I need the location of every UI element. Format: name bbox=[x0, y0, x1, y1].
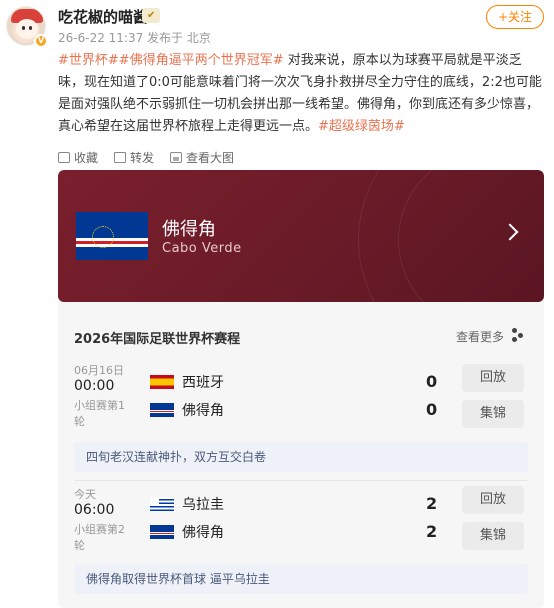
home-score: 2 bbox=[426, 494, 438, 513]
divider bbox=[74, 480, 528, 481]
view-image-label: 查看大图 bbox=[186, 150, 235, 165]
collect-button[interactable]: 收藏 bbox=[58, 148, 98, 166]
home-team-name: 西班牙 bbox=[182, 375, 224, 391]
match-round: 小组赛第1轮 bbox=[74, 399, 125, 428]
match-note[interactable]: 佛得角取得世界杯首球 逼平乌拉圭 bbox=[74, 564, 528, 594]
bookmark-icon bbox=[58, 151, 70, 163]
team-name-cn: 佛得角 bbox=[162, 219, 216, 240]
post-actions: 收藏 转发 查看大图 bbox=[58, 148, 250, 166]
match-date: 今天 bbox=[74, 488, 96, 501]
cabo-verde-flag-icon bbox=[150, 403, 174, 417]
hashtag-link[interactable]: #超级绿茵场# bbox=[318, 119, 405, 134]
away-team-name: 佛得角 bbox=[182, 525, 224, 541]
cabo-verde-flag-icon bbox=[76, 212, 148, 260]
home-team: 乌拉圭 bbox=[150, 493, 420, 515]
replay-button[interactable]: 回放 bbox=[462, 486, 524, 514]
away-team: 佛得角 bbox=[150, 399, 420, 421]
view-more-link[interactable]: 查看更多 bbox=[456, 328, 504, 345]
away-score: 0 bbox=[426, 400, 438, 419]
share-icon bbox=[114, 151, 127, 163]
uruguay-flag-icon bbox=[150, 497, 174, 511]
post-meta: 26-6-22 11:37 发布于 北京 bbox=[58, 31, 211, 45]
image-icon bbox=[170, 151, 183, 163]
post-header: V 吃花椒的喵酱 ✔ 26-6-22 11:37 发布于 北京 +关注 bbox=[0, 0, 554, 52]
match-date: 06月16日 bbox=[74, 364, 124, 377]
highlights-button[interactable]: 集锦 bbox=[462, 400, 524, 428]
more-dots-icon[interactable] bbox=[512, 328, 524, 342]
team-name-en: Cabo Verde bbox=[162, 241, 242, 256]
share-button[interactable]: 转发 bbox=[114, 148, 154, 166]
match-round: 小组赛第2轮 bbox=[74, 523, 125, 552]
match-item: 今天 06:00 小组赛第2轮 乌拉圭 2 佛得角 2 回放 集锦 bbox=[74, 486, 528, 560]
team-banner[interactable]: 佛得角 Cabo Verde bbox=[58, 170, 544, 370]
home-team-name: 乌拉圭 bbox=[182, 497, 224, 513]
home-score: 0 bbox=[426, 372, 438, 391]
verified-badge-icon: V bbox=[34, 34, 48, 48]
away-score: 2 bbox=[426, 522, 438, 541]
match-time: 06:00 bbox=[74, 502, 115, 518]
level-badge: ✔ bbox=[142, 8, 161, 23]
away-team-name: 佛得角 bbox=[182, 403, 224, 419]
spain-flag-icon bbox=[150, 375, 174, 389]
share-label: 转发 bbox=[130, 150, 155, 165]
username[interactable]: 吃花椒的喵酱 bbox=[58, 6, 148, 27]
post-body: #世界杯##佛得角逼平两个世界冠军# 对我来说，原本以为球赛平局就是平淡乏味，现… bbox=[58, 50, 544, 138]
avatar-eye bbox=[29, 26, 32, 30]
view-image-button[interactable]: 查看大图 bbox=[170, 148, 234, 166]
hashtag-link[interactable]: #世界杯# bbox=[58, 53, 119, 68]
follow-button[interactable]: +关注 bbox=[486, 5, 544, 29]
match-item: 06月16日 00:00 小组赛第1轮 西班牙 0 佛得角 0 回放 集锦 bbox=[74, 362, 528, 436]
replay-button[interactable]: 回放 bbox=[462, 364, 524, 392]
match-note[interactable]: 四旬老汉连献神扑，双方互交白卷 bbox=[74, 442, 528, 472]
highlights-button[interactable]: 集锦 bbox=[462, 522, 524, 550]
avatar-eye bbox=[22, 26, 25, 30]
flag-stars bbox=[92, 226, 114, 248]
collect-label: 收藏 bbox=[74, 150, 99, 165]
match-time: 00:00 bbox=[74, 378, 115, 394]
cabo-verde-flag-icon bbox=[150, 525, 174, 539]
schedule-title: 2026年国际足联世界杯赛程 bbox=[74, 332, 241, 347]
team-card: 佛得角 Cabo Verde 2026年国际足联世界杯赛程 查看更多 06月16… bbox=[58, 170, 544, 608]
home-team: 西班牙 bbox=[150, 371, 420, 393]
away-team: 佛得角 bbox=[150, 521, 420, 543]
hashtag-link[interactable]: #佛得角逼平两个世界冠军# bbox=[119, 53, 284, 68]
